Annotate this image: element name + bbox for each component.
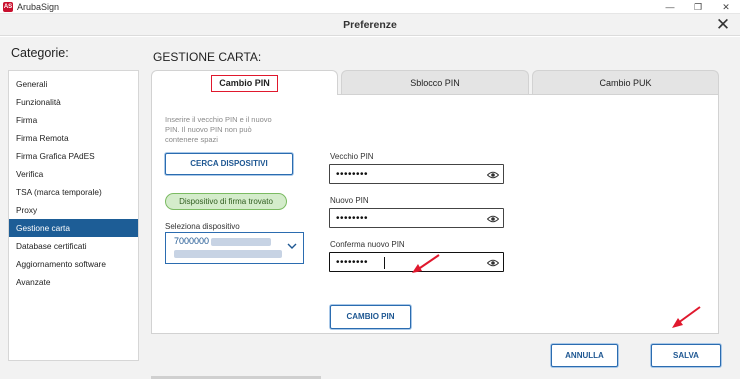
device-select-label: Seleziona dispositivo (165, 222, 240, 231)
save-button[interactable]: SALVA (651, 344, 721, 367)
text-caret (384, 257, 385, 269)
old-pin-label: Vecchio PIN (330, 152, 374, 161)
redacted-text (211, 238, 271, 246)
new-pin-field[interactable]: •••••••• (329, 208, 504, 228)
tab-cambio-pin-label: Cambio PIN (211, 75, 278, 92)
sidebar-item-firma-grafica-pades[interactable]: Firma Grafica PAdES (9, 147, 138, 165)
change-pin-button[interactable]: CAMBIO PIN (330, 305, 411, 329)
sidebar-item-database-certificati[interactable]: Database certificati (9, 237, 138, 255)
categories-sidebar: Generali Funzionalità Firma Firma Remota… (8, 70, 139, 361)
device-select[interactable]: 7000000 (165, 232, 304, 264)
dialog-header: Preferenze ✕ (0, 14, 740, 36)
section-title: GESTIONE CARTA: (153, 50, 262, 64)
sidebar-item-aggiornamento-software[interactable]: Aggiornamento software (9, 255, 138, 273)
sidebar-item-firma[interactable]: Firma (9, 111, 138, 129)
eye-icon[interactable] (487, 258, 499, 268)
sidebar-item-avanzate[interactable]: Avanzate (9, 273, 138, 291)
eye-icon[interactable] (487, 214, 499, 224)
tab-sblocco-pin[interactable]: Sblocco PIN (341, 70, 529, 94)
window-titlebar: AS ArubaSign — ❐ ✕ (0, 0, 740, 14)
window-close-button[interactable]: ✕ (716, 0, 736, 14)
tab-cambio-pin[interactable]: Cambio PIN (151, 70, 338, 95)
new-pin-label: Nuovo PIN (330, 196, 369, 205)
red-arrow-icon (672, 306, 701, 328)
confirm-pin-label: Conferma nuovo PIN (330, 240, 405, 249)
minimize-button[interactable]: — (660, 0, 680, 14)
eye-icon[interactable] (487, 170, 499, 180)
instruction-text: Inserire il vecchio PIN e il nuovo PIN. … (165, 115, 272, 144)
sidebar-item-firma-remota[interactable]: Firma Remota (9, 129, 138, 147)
sidebar-item-generali[interactable]: Generali (9, 75, 138, 93)
old-pin-field[interactable]: •••••••• (329, 164, 504, 184)
old-pin-value: •••••••• (336, 169, 369, 180)
device-select-value: 7000000 (174, 236, 210, 246)
dialog-title: Preferenze (343, 19, 397, 31)
app-title: ArubaSign (17, 2, 60, 12)
tab-cambio-puk[interactable]: Cambio PUK (532, 70, 719, 94)
categories-title: Categorie: (11, 46, 69, 60)
search-devices-button[interactable]: CERCA DISPOSITIVI (165, 153, 293, 175)
red-arrow-icon (412, 254, 440, 273)
tab-cambio-puk-label: Cambio PUK (599, 78, 652, 88)
tab-sblocco-pin-label: Sblocco PIN (410, 78, 460, 88)
sidebar-item-tsa[interactable]: TSA (marca temporale) (9, 183, 138, 201)
sidebar-item-gestione-carta[interactable]: Gestione carta (9, 219, 138, 237)
maximize-button[interactable]: ❐ (688, 0, 708, 14)
chevron-down-icon (287, 243, 297, 249)
sidebar-item-proxy[interactable]: Proxy (9, 201, 138, 219)
sidebar-item-funzionalita[interactable]: Funzionalità (9, 93, 138, 111)
dialog-close-button[interactable]: ✕ (714, 15, 732, 35)
device-found-badge: Dispositivo di firma trovato (165, 193, 287, 210)
cancel-button[interactable]: ANNULLA (551, 344, 618, 367)
cambio-pin-panel: Inserire il vecchio PIN e il nuovo PIN. … (151, 94, 719, 334)
sidebar-item-verifica[interactable]: Verifica (9, 165, 138, 183)
dialog-content: Categorie: Generali Funzionalità Firma F… (0, 37, 740, 379)
redacted-text (174, 250, 282, 258)
confirm-pin-value: •••••••• (336, 257, 369, 268)
new-pin-value: •••••••• (336, 213, 369, 224)
arubasign-logo-icon: AS (3, 2, 13, 12)
